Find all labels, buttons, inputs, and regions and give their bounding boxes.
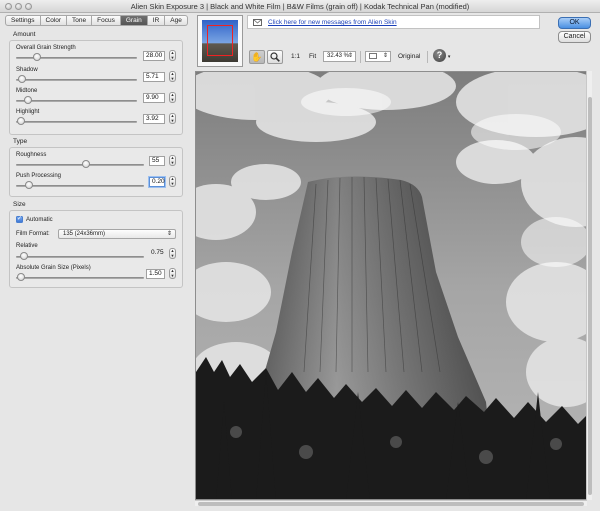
section-title-size: Size xyxy=(13,201,26,208)
midtone-label: Midtone xyxy=(16,88,38,94)
push-processing-stepper[interactable]: ▲ ▼ xyxy=(169,176,176,187)
relative-label: Relative xyxy=(16,243,38,249)
highlight-input[interactable]: 3.92 xyxy=(143,114,165,124)
chevron-updown-icon: ⇕ xyxy=(382,53,388,59)
hand-icon: ✋ xyxy=(251,52,263,62)
push-processing-input[interactable]: 0.20 xyxy=(149,177,165,187)
horizontal-scroll-knob[interactable] xyxy=(198,502,584,506)
zoom-level-field[interactable]: 32.43 % ⇕ xyxy=(323,51,356,62)
absolute-grain-size-label: Absolute Grain Size (Pixels) xyxy=(16,265,91,271)
overall-grain-strength-input[interactable]: 28.00 xyxy=(143,51,165,61)
roughness-track[interactable] xyxy=(16,164,144,166)
section-title-type: Type xyxy=(13,138,28,145)
relative-track[interactable] xyxy=(16,256,144,258)
preview-horizontal-scrollbar[interactable] xyxy=(195,500,587,506)
zoom-fit-button[interactable]: Fit xyxy=(309,50,316,64)
roughness-input[interactable]: 55 xyxy=(149,156,165,166)
midtone-track[interactable] xyxy=(16,100,137,102)
navigator-viewport-box[interactable] xyxy=(207,25,233,56)
section-title-amount: Amount xyxy=(13,31,36,38)
shadow-track[interactable] xyxy=(16,79,137,81)
original-toggle[interactable]: Original xyxy=(398,50,420,64)
toolbar-separator xyxy=(427,51,428,63)
shadow-label: Shadow xyxy=(16,67,38,73)
relative-stepper[interactable]: ▲ ▼ xyxy=(169,248,176,259)
chevron-updown-icon: ⇕ xyxy=(347,53,353,59)
messages-link[interactable]: Click here for new messages from Alien S… xyxy=(268,19,397,26)
navigator-thumbnail[interactable] xyxy=(197,15,243,67)
ok-button[interactable]: OK xyxy=(558,17,591,29)
preview-vertical-scrollbar[interactable] xyxy=(586,71,592,500)
automatic-label: Automatic xyxy=(26,217,53,223)
zoom-1-1-button[interactable]: 1:1 xyxy=(291,50,300,64)
push-processing-track[interactable] xyxy=(16,185,144,187)
shadow-slider-thumb[interactable] xyxy=(18,75,27,83)
tab-focus[interactable]: Focus xyxy=(92,15,121,26)
help-icon: ? xyxy=(433,49,446,62)
help-menu-button[interactable]: ? ▾ xyxy=(433,49,450,63)
split-view-icon xyxy=(369,53,377,59)
envelope-icon xyxy=(253,19,262,26)
tab-age[interactable]: Age xyxy=(165,15,188,26)
overall-grain-strength-slider-thumb[interactable] xyxy=(32,53,41,61)
shadow-input[interactable]: 5.71 xyxy=(143,72,165,82)
zoom-tool-button[interactable] xyxy=(267,50,283,64)
tab-grain[interactable]: Grain xyxy=(120,15,148,26)
zoom-level-value: 32.43 % xyxy=(327,53,350,59)
preview-canvas[interactable] xyxy=(195,71,589,500)
vertical-scroll-knob[interactable] xyxy=(588,97,592,495)
automatic-checkbox[interactable]: ✓ xyxy=(16,216,23,223)
highlight-slider-thumb[interactable] xyxy=(16,117,25,125)
absolute-grain-size-input[interactable]: 1.50 xyxy=(146,269,165,279)
tab-color[interactable]: Color xyxy=(40,15,68,26)
message-bar: Click here for new messages from Alien S… xyxy=(247,15,540,29)
preview-toolbar: ✋ 1:1 Fit 32.43 % ⇕ ⇕ Original ? ▾ xyxy=(247,48,587,66)
roughness-label: Roughness xyxy=(16,152,47,158)
cancel-button[interactable]: Cancel xyxy=(558,31,591,43)
push-processing-label: Push Processing xyxy=(16,173,62,179)
absolute-grain-size-track[interactable] xyxy=(16,277,144,279)
shadow-stepper[interactable]: ▲ ▼ xyxy=(169,71,176,82)
highlight-track[interactable] xyxy=(16,121,137,123)
tab-ir[interactable]: IR xyxy=(147,15,166,26)
window-titlebar: Alien Skin Exposure 3 | Black and White … xyxy=(0,0,600,13)
highlight-stepper[interactable]: ▲ ▼ xyxy=(169,113,176,124)
panel-tabs: Settings Color Tone Focus Grain IR Age xyxy=(5,15,188,26)
toolbar-separator xyxy=(360,51,361,63)
window-title: Alien Skin Exposure 3 | Black and White … xyxy=(130,2,470,11)
film-format-select[interactable]: 135 (24x36mm) ⇕ xyxy=(58,229,176,239)
hand-tool-button[interactable]: ✋ xyxy=(249,50,265,64)
chevron-updown-icon: ⇕ xyxy=(166,231,172,237)
absolute-grain-size-stepper[interactable]: ▲ ▼ xyxy=(169,268,176,279)
midtone-input[interactable]: 9.90 xyxy=(143,93,165,103)
tab-settings[interactable]: Settings xyxy=(5,15,41,26)
midtone-stepper[interactable]: ▲ ▼ xyxy=(169,92,176,103)
film-format-label: Film Format: xyxy=(16,231,50,237)
tab-tone[interactable]: Tone xyxy=(67,15,93,26)
overall-grain-strength-stepper[interactable]: ▲ ▼ xyxy=(169,50,176,61)
relative-slider-thumb[interactable] xyxy=(19,252,28,260)
magnifier-icon xyxy=(270,52,280,62)
preview-photo xyxy=(196,72,588,499)
push-processing-slider-thumb[interactable] xyxy=(24,181,33,189)
split-view-select[interactable]: ⇕ xyxy=(365,51,391,62)
roughness-stepper[interactable]: ▲ ▼ xyxy=(169,155,176,166)
relative-input[interactable]: 0.75 xyxy=(149,249,165,259)
highlight-label: Highlight xyxy=(16,109,40,115)
overall-grain-strength-label: Overall Grain Strength xyxy=(16,45,76,51)
chevron-down-icon: ▾ xyxy=(447,54,451,60)
film-format-value: 135 (24x36mm) xyxy=(63,231,106,237)
